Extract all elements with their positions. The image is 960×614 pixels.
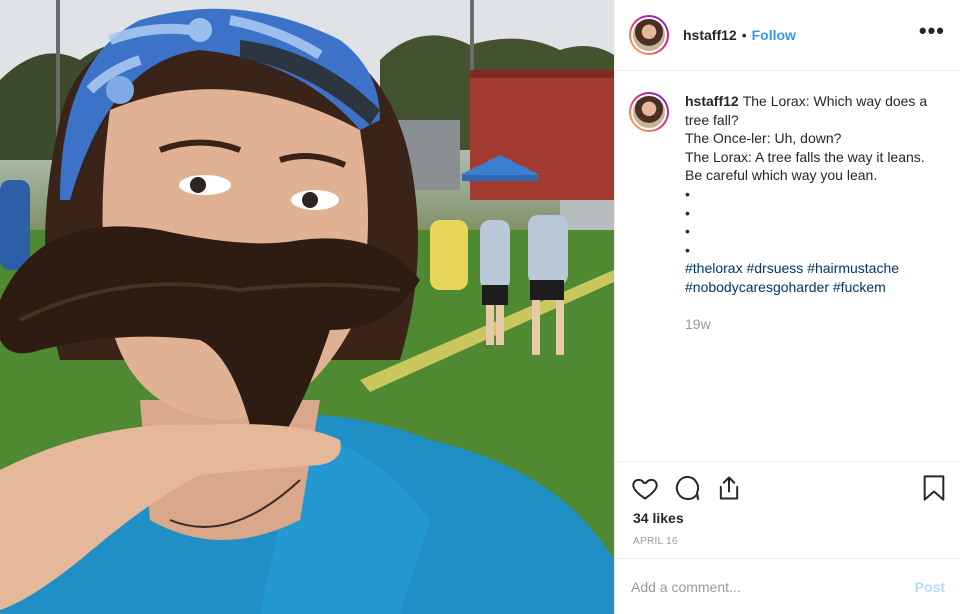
comment-input[interactable] [631, 578, 915, 595]
caption-line-3: The Lorax: A tree falls the way it leans… [685, 148, 925, 165]
post-sidebar: hstaff12 • Follow ••• hstaff12 The Lorax:… [614, 0, 960, 614]
caption-dot: • [685, 185, 690, 202]
likes-count[interactable]: 34 likes [633, 510, 684, 526]
hashtags-line-2: #nobodycaresgoharder #fuckem [685, 278, 947, 297]
author-avatar[interactable] [629, 15, 669, 55]
action-bar: 34 likes APRIL 16 [615, 461, 960, 558]
hashtags-line-1: #thelorax #drsuess #hairmustache [685, 259, 947, 278]
author-username[interactable]: hstaff12 [683, 27, 737, 43]
photo-illustration [0, 0, 614, 614]
action-icons [631, 474, 743, 507]
caption-avatar[interactable] [629, 92, 669, 132]
caption-username[interactable]: hstaff12 [685, 93, 739, 109]
post-comment-button[interactable]: Post [915, 579, 945, 595]
hashtag-link[interactable]: #drsuess [746, 260, 803, 276]
caption-line-4: Be careful which way you lean. [685, 167, 878, 184]
caption-comment: hstaff12 The Lorax: Which way does a tree… [629, 92, 951, 333]
post-header: hstaff12 • Follow ••• [615, 0, 960, 71]
hashtag-link[interactable]: #fuckem [833, 279, 886, 295]
caption-line: hstaff12 The Lorax: Which way does a tree… [685, 93, 927, 128]
comment-icon[interactable] [673, 474, 701, 507]
post-timestamp[interactable]: 19w [685, 315, 947, 334]
caption-text: hstaff12 The Lorax: Which way does a tree… [685, 92, 947, 333]
caption-dot: • [685, 204, 690, 221]
share-icon[interactable] [715, 474, 743, 507]
bookmark-icon[interactable] [921, 474, 947, 507]
hashtag-link[interactable]: #thelorax [685, 260, 743, 276]
avatar-image [631, 94, 667, 130]
header-separator: • [741, 27, 747, 43]
caption-line-2: The Once-ler: Uh, down? [685, 130, 842, 147]
avatar-image [631, 17, 667, 53]
follow-button[interactable]: Follow [752, 27, 796, 43]
hashtag-link[interactable]: #hairmustache [807, 260, 899, 276]
caption-dot: • [685, 241, 690, 258]
post-date[interactable]: APRIL 16 [633, 536, 678, 547]
comments-section: hstaff12 The Lorax: Which way does a tree… [629, 92, 951, 333]
post-photo[interactable] [0, 0, 614, 614]
caption-dot: • [685, 223, 690, 240]
add-comment-bar: Post [615, 558, 960, 614]
heart-icon[interactable] [631, 474, 659, 507]
hashtag-link[interactable]: #nobodycaresgoharder [685, 279, 829, 295]
more-options-icon[interactable]: ••• [919, 20, 945, 42]
